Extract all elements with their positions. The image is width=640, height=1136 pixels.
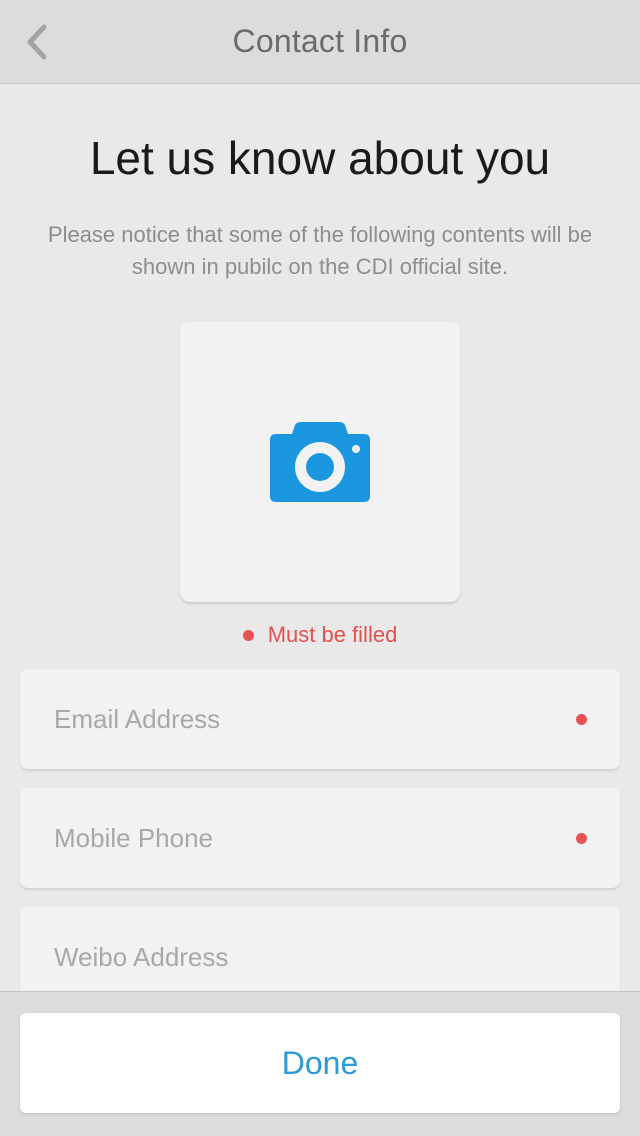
weibo-address-input[interactable] [54,941,534,973]
bottom-toolbar: Done [0,991,640,1136]
page-title: Contact Info [232,23,408,59]
camera-icon [270,422,370,502]
email-required-dot [576,714,587,725]
contact-info-screen: Contact Info Let us know about you Pleas… [0,0,640,1136]
back-button[interactable] [14,18,62,66]
required-note-text: Must be filled [267,622,398,647]
required-indicator-dot [242,629,254,641]
email-input[interactable] [54,703,534,735]
mobile-phone-required-dot [576,833,587,844]
form-heading: Let us know about you [89,132,551,184]
photo-upload-button[interactable] [180,322,460,602]
mobile-phone-field[interactable] [20,788,620,888]
required-field-note: Must be filled [0,622,640,648]
privacy-notice: Please notice that some of the following… [47,222,593,279]
mobile-phone-input[interactable] [54,822,534,854]
navigation-bar: Contact Info [0,0,640,84]
chevron-left-icon [27,24,47,60]
done-button[interactable]: Done [20,1013,620,1113]
email-field[interactable] [20,669,620,769]
